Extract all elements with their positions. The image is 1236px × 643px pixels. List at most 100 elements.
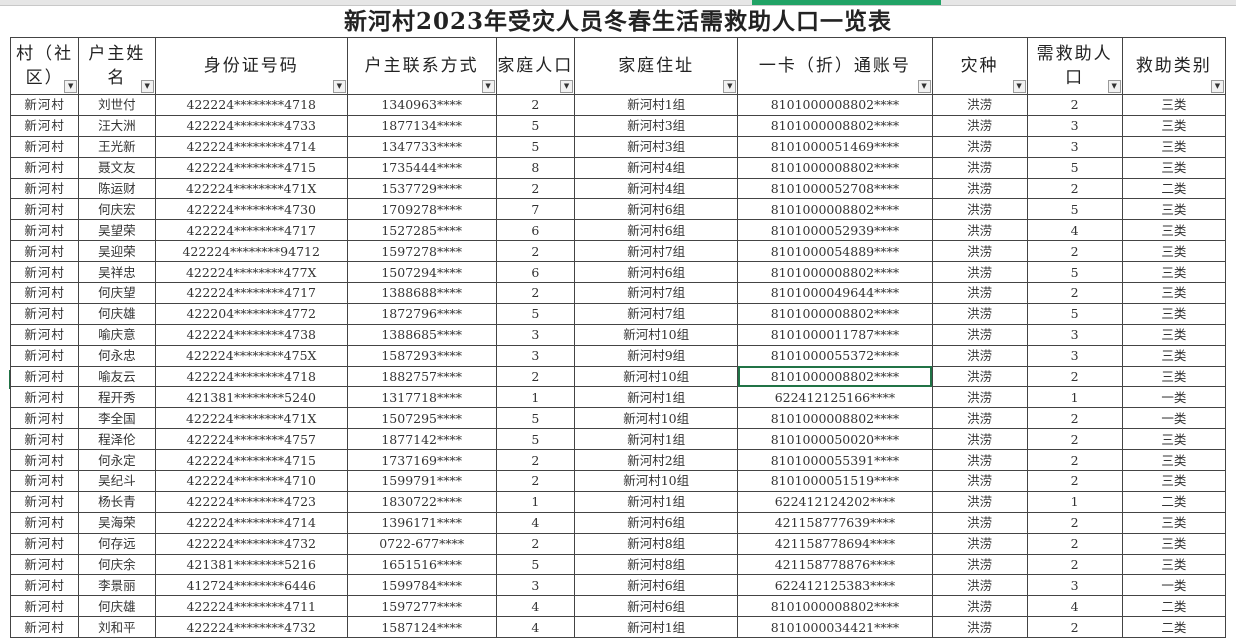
cell-address[interactable]: 新河村2组: [574, 449, 739, 472]
cell-name[interactable]: 何庆望: [78, 282, 156, 304]
cell-address[interactable]: 新河村6组: [574, 595, 739, 618]
cell-relief-count[interactable]: 5: [1026, 198, 1123, 221]
cell-phone[interactable]: 1388688****: [346, 282, 497, 304]
cell-name[interactable]: 喻庆意: [78, 323, 156, 346]
header-address[interactable]: 家庭住址 ▼: [574, 37, 739, 95]
cell-address[interactable]: 新河村7组: [574, 282, 739, 304]
cell-account-number[interactable]: 622412125383****: [737, 574, 933, 597]
cell-address[interactable]: 新河村3组: [574, 114, 739, 137]
cell-household-size[interactable]: 7: [495, 198, 576, 221]
cell-name[interactable]: 何庆雄: [78, 595, 156, 618]
cell-disaster-type[interactable]: 洪涝: [931, 490, 1028, 513]
cell-phone[interactable]: 1347733****: [346, 135, 497, 158]
cell-name[interactable]: 喻友云: [78, 365, 156, 388]
cell-relief-category[interactable]: 一类: [1121, 574, 1227, 597]
cell-id-number[interactable]: 422224********4715: [154, 156, 348, 179]
cell-disaster-type[interactable]: 洪涝: [931, 386, 1028, 409]
cell-phone[interactable]: 1587124****: [346, 616, 497, 639]
cell-relief-count[interactable]: 5: [1026, 261, 1123, 284]
cell-disaster-type[interactable]: 洪涝: [931, 449, 1028, 472]
cell-relief-count[interactable]: 3: [1026, 574, 1123, 597]
cell-address[interactable]: 新河村1组: [574, 428, 739, 451]
cell-relief-count[interactable]: 2: [1026, 94, 1123, 116]
cell-phone[interactable]: 1877134****: [346, 114, 497, 137]
cell-address[interactable]: 新河村7组: [574, 302, 739, 325]
cell-account-number[interactable]: 8101000051519****: [737, 470, 933, 492]
cell-account-number[interactable]: 8101000055391****: [737, 449, 933, 472]
cell-village[interactable]: 新河村: [9, 114, 80, 137]
cell-relief-category[interactable]: 三类: [1121, 240, 1227, 263]
cell-household-size[interactable]: 1: [495, 386, 576, 409]
filter-dropdown-icon[interactable]: ▼: [481, 80, 495, 93]
cell-household-size[interactable]: 5: [495, 428, 576, 451]
cell-relief-category[interactable]: 三类: [1121, 532, 1227, 555]
cell-phone[interactable]: 1340963****: [346, 94, 497, 116]
cell-phone[interactable]: 1737169****: [346, 449, 497, 472]
cell-phone[interactable]: 1599784****: [346, 574, 497, 597]
cell-name[interactable]: 杨长青: [78, 490, 156, 513]
cell-name[interactable]: 聂文友: [78, 156, 156, 179]
cell-name[interactable]: 刘和平: [78, 616, 156, 639]
cell-relief-count[interactable]: 3: [1026, 344, 1123, 367]
cell-relief-count[interactable]: 4: [1026, 595, 1123, 618]
cell-relief-category[interactable]: 三类: [1121, 449, 1227, 472]
cell-village[interactable]: 新河村: [9, 553, 80, 576]
cell-relief-category[interactable]: 三类: [1121, 365, 1227, 388]
cell-relief-category[interactable]: 三类: [1121, 261, 1227, 284]
cell-relief-category[interactable]: 三类: [1121, 323, 1227, 346]
cell-relief-category[interactable]: 三类: [1121, 282, 1227, 304]
cell-household-size[interactable]: 4: [495, 595, 576, 618]
cell-id-number[interactable]: 422224********475X: [154, 344, 348, 367]
cell-village[interactable]: 新河村: [9, 135, 80, 158]
cell-disaster-type[interactable]: 洪涝: [931, 282, 1028, 304]
cell-village[interactable]: 新河村: [9, 428, 80, 451]
cell-phone[interactable]: 1388685****: [346, 323, 497, 346]
cell-id-number[interactable]: 422224********4723: [154, 490, 348, 513]
cell-address[interactable]: 新河村10组: [574, 365, 739, 388]
cell-village[interactable]: 新河村: [9, 177, 80, 200]
cell-village[interactable]: 新河村: [9, 386, 80, 409]
cell-relief-category[interactable]: 二类: [1121, 490, 1227, 513]
cell-relief-count[interactable]: 1: [1026, 386, 1123, 409]
cell-household-size[interactable]: 5: [495, 407, 576, 430]
cell-disaster-type[interactable]: 洪涝: [931, 365, 1028, 388]
cell-household-size[interactable]: 2: [495, 470, 576, 492]
cell-relief-category[interactable]: 三类: [1121, 94, 1227, 116]
cell-village[interactable]: 新河村: [9, 574, 80, 597]
cell-relief-count[interactable]: 2: [1026, 365, 1123, 388]
cell-id-number[interactable]: 422224********471X: [154, 407, 348, 430]
cell-id-number[interactable]: 422224********4711: [154, 595, 348, 618]
filter-dropdown-icon[interactable]: ▼: [1012, 80, 1026, 93]
cell-relief-category[interactable]: 一类: [1121, 407, 1227, 430]
cell-id-number[interactable]: 422224********4714: [154, 511, 348, 534]
header-disaster-type[interactable]: 灾种 ▼: [931, 37, 1028, 95]
cell-address[interactable]: 新河村6组: [574, 198, 739, 221]
cell-id-number[interactable]: 421381********5240: [154, 386, 348, 409]
cell-household-size[interactable]: 8: [495, 156, 576, 179]
cell-id-number[interactable]: 422204********4772: [154, 302, 348, 325]
cell-household-size[interactable]: 2: [495, 449, 576, 472]
cell-disaster-type[interactable]: 洪涝: [931, 177, 1028, 200]
cell-phone[interactable]: 1527285****: [346, 219, 497, 242]
cell-disaster-type[interactable]: 洪涝: [931, 302, 1028, 325]
cell-relief-category[interactable]: 二类: [1121, 177, 1227, 200]
cell-account-number[interactable]: 8101000008802****: [737, 156, 933, 179]
cell-relief-count[interactable]: 1: [1026, 490, 1123, 513]
cell-account-number[interactable]: 622412124202****: [737, 490, 933, 513]
cell-name[interactable]: 刘世付: [78, 94, 156, 116]
cell-account-number[interactable]: 8101000008802****: [737, 261, 933, 284]
cell-account-number[interactable]: 8101000049644****: [737, 282, 933, 304]
cell-phone[interactable]: 1735444****: [346, 156, 497, 179]
cell-account-number[interactable]: 8101000054889****: [737, 240, 933, 263]
cell-id-number[interactable]: 421381********5216: [154, 553, 348, 576]
cell-disaster-type[interactable]: 洪涝: [931, 344, 1028, 367]
cell-name[interactable]: 吴望荣: [78, 219, 156, 242]
cell-relief-count[interactable]: 2: [1026, 449, 1123, 472]
cell-village[interactable]: 新河村: [9, 219, 80, 242]
cell-village[interactable]: 新河村: [9, 302, 80, 325]
cell-account-number[interactable]: 8101000008802****: [737, 595, 933, 618]
cell-relief-category[interactable]: 一类: [1121, 386, 1227, 409]
cell-account-number[interactable]: 8101000008802****: [737, 198, 933, 221]
cell-account-number[interactable]: 421158777639****: [737, 511, 933, 534]
cell-disaster-type[interactable]: 洪涝: [931, 94, 1028, 116]
